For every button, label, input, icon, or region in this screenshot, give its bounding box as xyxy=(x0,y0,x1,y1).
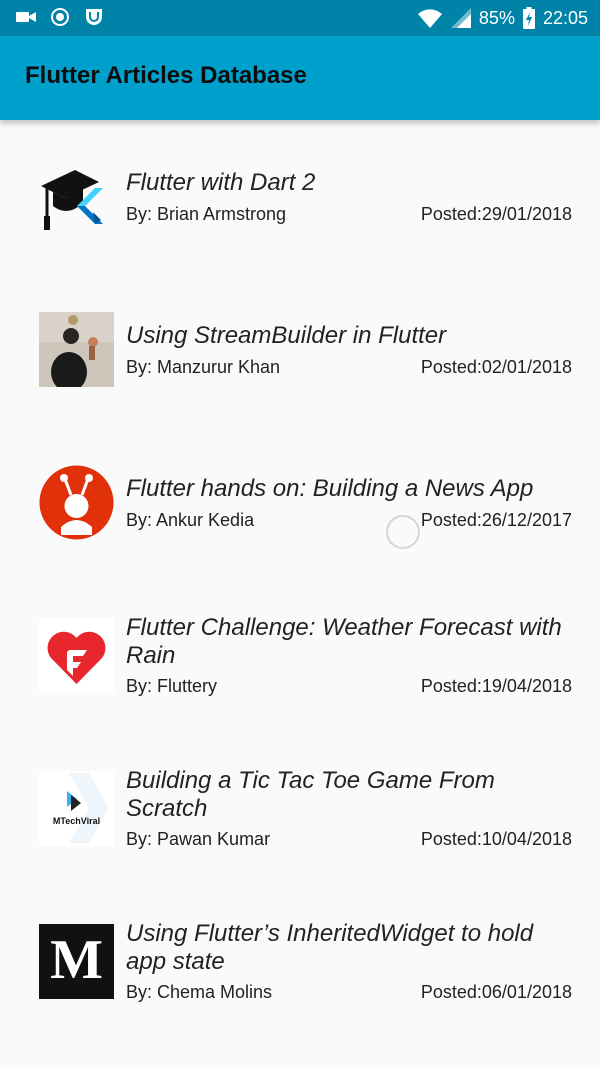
shield-app-icon xyxy=(86,9,102,25)
article-list-item[interactable]: MTechViral Building a Tic Tac Toe Game F… xyxy=(0,767,600,907)
wifi-icon xyxy=(417,9,442,28)
article-author: By: Brian Armstrong xyxy=(126,204,287,224)
fluttery-heart-logo xyxy=(39,618,114,693)
app-bar: Flutter Articles Database xyxy=(0,36,600,120)
article-title: Flutter hands on: Building a News App xyxy=(126,475,534,502)
article-list-item[interactable]: Using StreamBuilder in Flutter By: Manzu… xyxy=(0,308,600,428)
status-bar: 85% 22:05 xyxy=(0,0,600,36)
article-date: Posted:29/01/2018 xyxy=(420,204,572,224)
article-date: Posted:19/04/2018 xyxy=(420,676,572,696)
video-icon xyxy=(16,12,36,22)
signal-icon xyxy=(450,8,471,28)
article-list-item[interactable]: M Using Flutter’s InheritedWidget to hol… xyxy=(0,920,600,1060)
article-date: Posted:06/01/2018 xyxy=(420,982,572,1002)
article-author: By: Fluttery xyxy=(126,676,218,696)
article-title: Flutter with Dart 2 xyxy=(126,169,316,196)
record-icon xyxy=(51,8,69,26)
author-photo xyxy=(39,312,114,387)
article-list-item[interactable]: Flutter with Dart 2 By: Brian Armstrong … xyxy=(0,155,600,275)
article-title: Using StreamBuilder in Flutter xyxy=(126,322,447,349)
app-title: Flutter Articles Database xyxy=(25,62,307,89)
article-date: Posted:02/01/2018 xyxy=(420,357,572,377)
article-title: Flutter Challenge: Weather Forecast with… xyxy=(126,614,562,669)
article-author: By: Chema Molins xyxy=(126,982,273,1002)
article-author: By: Manzurur Khan xyxy=(126,357,281,377)
article-date: Posted:26/12/2017 xyxy=(420,510,572,530)
article-list-item[interactable]: Flutter hands on: Building a News App By… xyxy=(0,461,600,581)
article-date: Posted:10/04/2018 xyxy=(420,829,572,849)
battery-percent: 85% xyxy=(478,7,515,28)
article-author: By: Ankur Kedia xyxy=(126,510,255,530)
thumb-logo-text: M xyxy=(50,929,103,991)
battery-icon xyxy=(522,7,535,29)
thumb-logo-text: MTechViral xyxy=(52,816,101,826)
article-title: Building a Tic Tac Toe Game From Scratch xyxy=(126,767,495,822)
medium-logo: M xyxy=(39,924,114,999)
article-list-item[interactable]: Flutter Challenge: Weather Forecast with… xyxy=(0,614,600,754)
graduation-cap-flutter-logo xyxy=(39,158,114,233)
mtechviral-logo: MTechViral xyxy=(39,771,114,846)
article-author: By: Pawan Kumar xyxy=(126,829,271,849)
loading-spinner xyxy=(386,515,420,549)
clock: 22:05 xyxy=(542,7,588,28)
robot-logo xyxy=(39,465,114,540)
article-title: Using Flutter’s InheritedWidget to hold … xyxy=(126,920,534,975)
